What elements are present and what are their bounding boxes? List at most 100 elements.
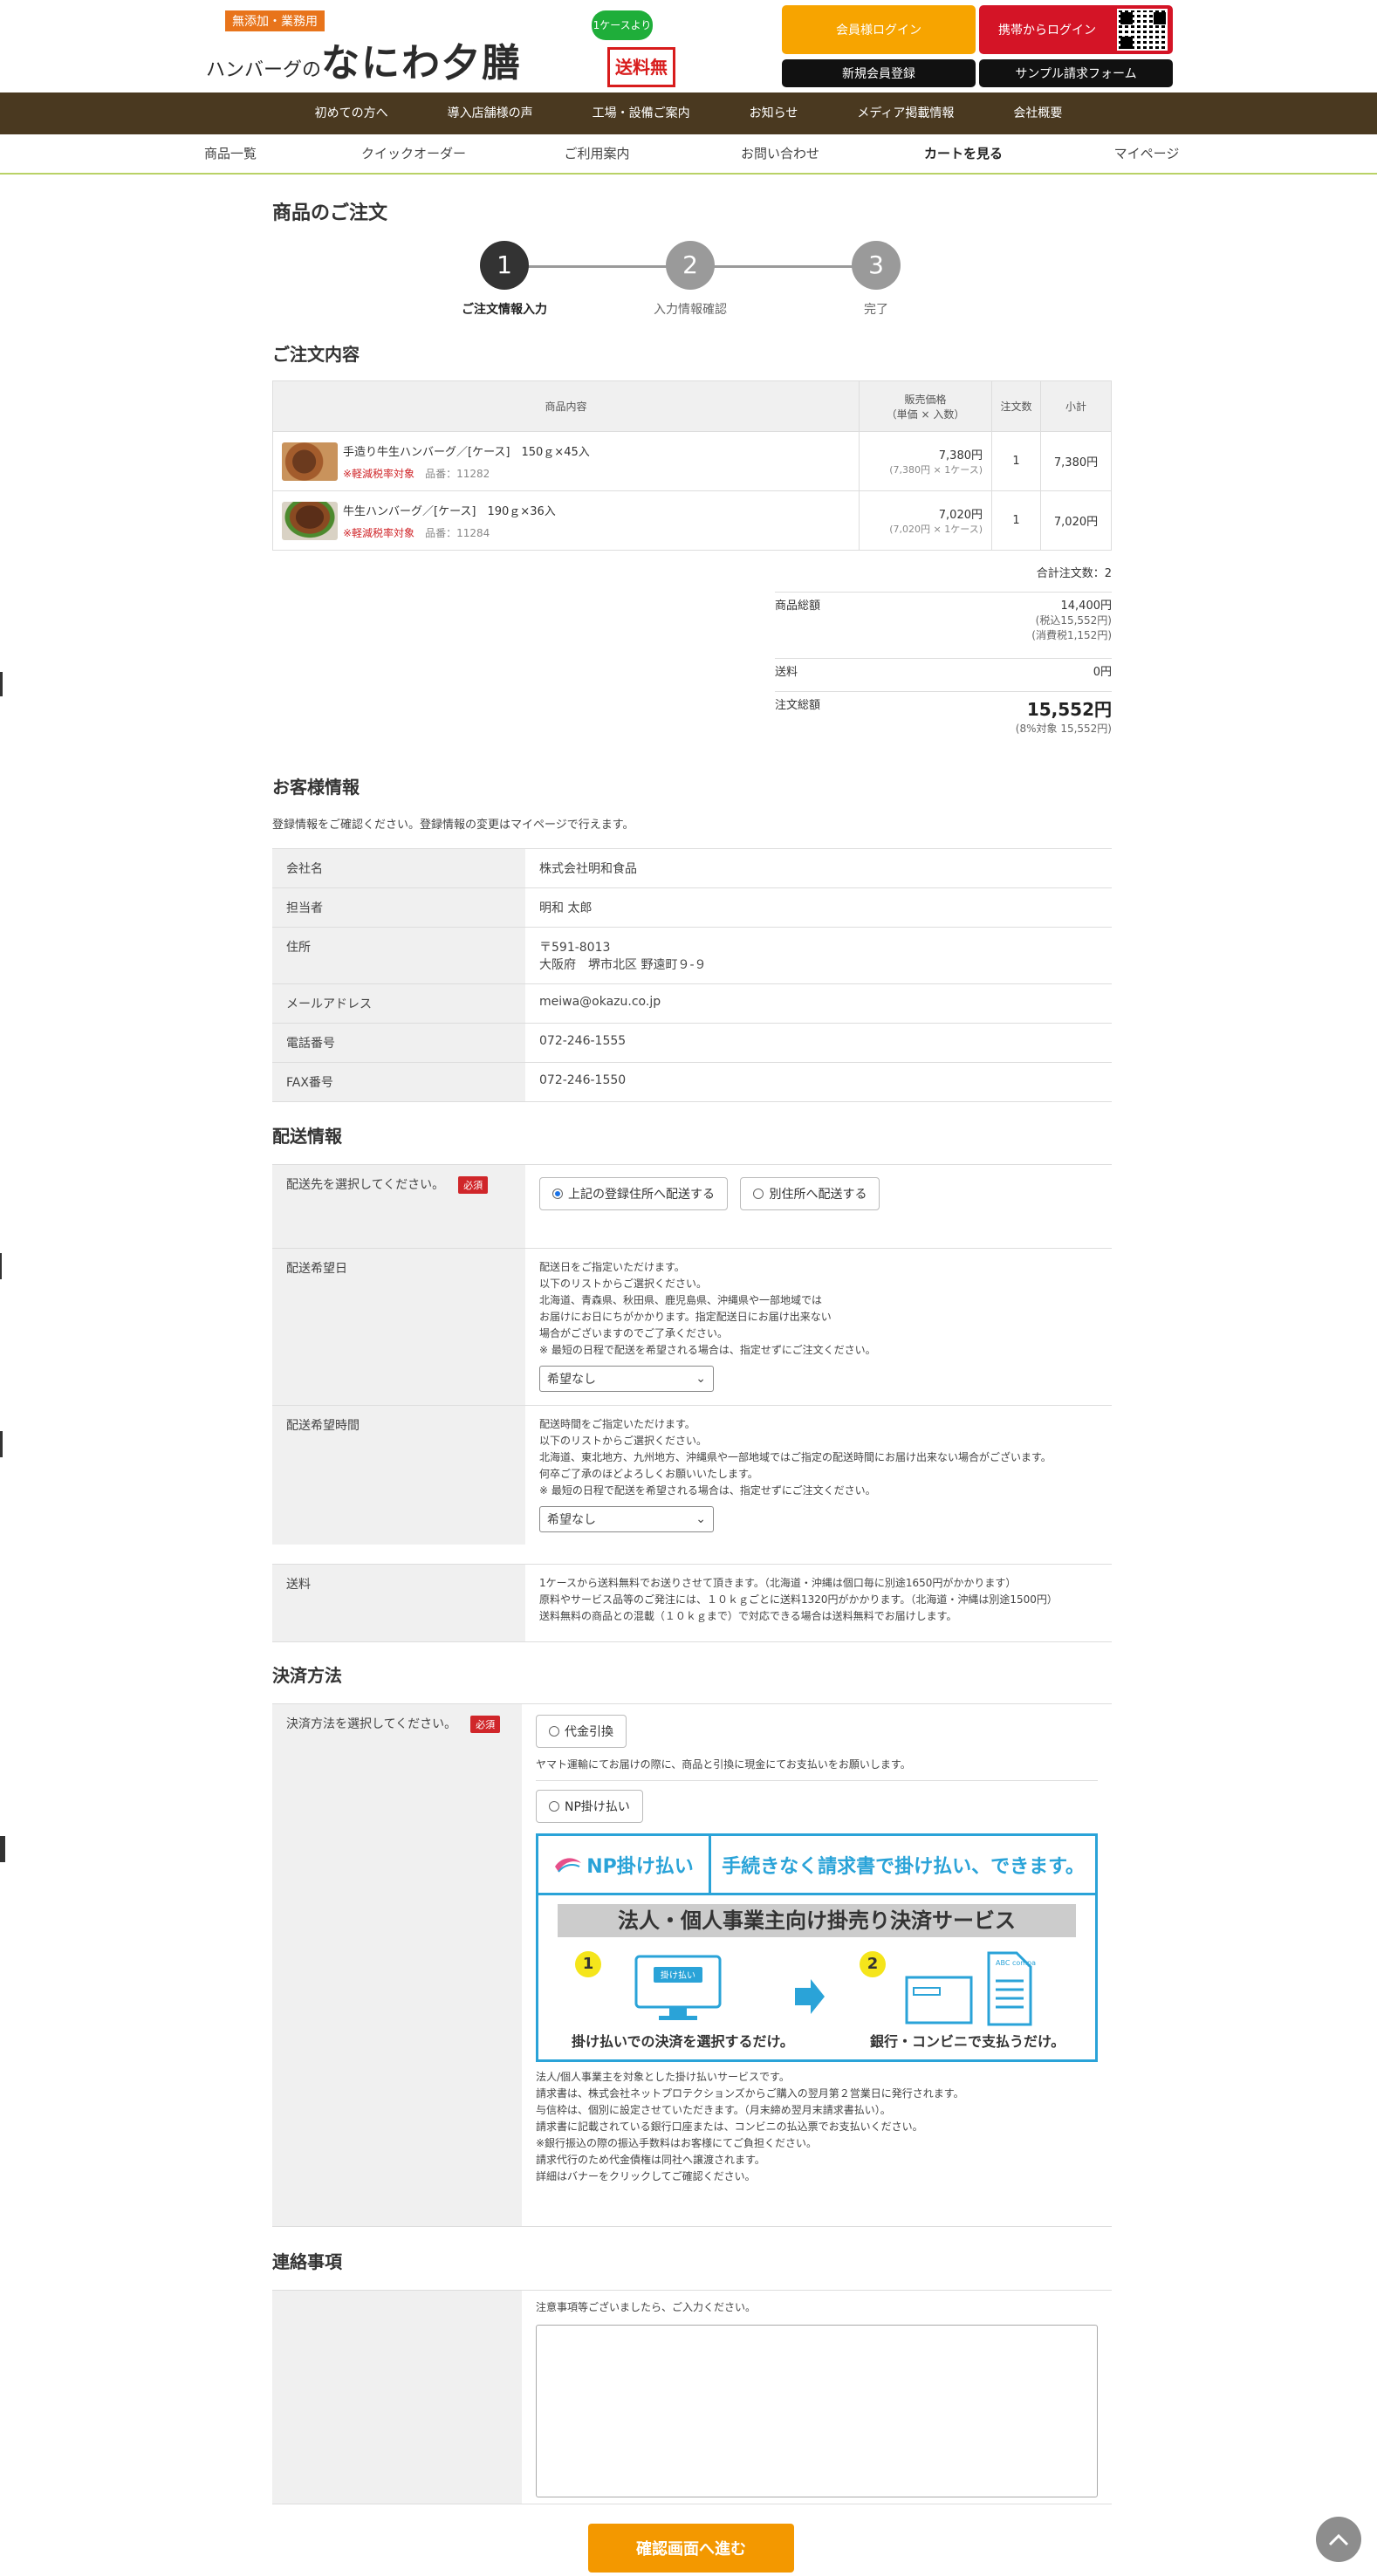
field-key: 住所 [272,928,525,983]
delivery-dest-row: 配送先を選択してください。 必須 上記の登録住所へ配送する 別住所へ配送する [272,1164,1112,1248]
step-1-label: ご注文情報入力 [462,303,547,317]
edge-mark [0,1431,3,1457]
field-key: メールアドレス [272,984,525,1023]
np-logo-icon [555,1857,582,1873]
logo-big: なにわ夕膳 [321,41,523,86]
subnav-products[interactable]: 商品一覧 [139,134,322,173]
nav-media[interactable]: メディア掲載情報 [827,92,983,134]
subnav-mypage[interactable]: マイページ [1055,134,1238,173]
unit-price-sub: (7,020円 × 1ケース) [889,524,983,535]
cod-note: ヤマト運輸にてお届けの際に、商品と引換に現金にてお支払いをお願いします。 [536,1757,1098,1781]
tax-note: ※軽減税率対象 [343,467,415,480]
step-2-label: 入力情報確認 [654,303,727,317]
new-register-button[interactable]: 新規会員登録 [782,59,976,87]
member-login-button[interactable]: 会員様ログイン [782,5,976,54]
site-logo[interactable]: 無添加・業務用 ハンバーグのなにわ夕膳 [204,9,536,86]
table-row: 手造り牛生ハンバーグ／[ケース] 150ｇ×45入 ※軽減税率対象 品番：112… [272,431,1112,491]
product-image[interactable] [282,442,338,481]
chevron-down-icon: ⌄ [695,1512,706,1526]
logo-tag: 無添加・業務用 [225,10,325,31]
field-key: 配送希望日 [272,1249,525,1405]
edge-mark [0,1253,2,1279]
payment-row: 決済方法を選択してください。 必須 代金引換 ヤマト運輸にてお届けの際に、商品と引… [272,1703,1112,2227]
delivery-time-select[interactable]: 希望なし ⌄ [539,1506,714,1532]
order-summary: 商品総額 14,400円 (税込15,552円) (消費税1,152円) 送料 … [775,592,1112,738]
edge-mark [0,672,3,696]
field-value: 072-246-1555 [539,1034,627,1048]
order-total-label: 注文総額 [775,699,821,712]
field-value: 〒591-8013 大阪府 堺市北区 野遠町９-９ [525,928,1112,983]
svg-text:掛け払い: 掛け払い [661,1970,695,1981]
sample-request-button[interactable]: サンプル請求フォーム [979,59,1173,87]
qty: 1 [991,490,1041,551]
postal-code: 〒591-8013 [539,941,611,955]
subnav-guide[interactable]: ご利用案内 [505,134,688,173]
delivery-table: 配送先を選択してください。 必須 上記の登録住所へ配送する 別住所へ配送する 配送… [272,1164,1112,1642]
payment-label: 決済方法を選択してください。 [286,1717,457,1731]
confirm-button[interactable]: 確認画面へ進む [588,2524,794,2573]
nav-news[interactable]: お知らせ [720,92,828,134]
field-value: 株式会社明和食品 [539,862,637,876]
col-subtotal: 小計 [1040,380,1112,432]
goods-total-label: 商品総額 [775,599,821,613]
mobile-login-button[interactable]: 携帯からログイン [979,5,1173,54]
computer-icon: 掛け払い [634,1955,722,2020]
subnav-cart[interactable]: カートを見る [872,134,1055,173]
required-badge: 必須 [470,1716,501,1733]
unit-price-sub: (7,380円 × 1ケース) [889,464,983,476]
np-step-1-caption: 掛け払いでの決済を選択するだけ。 [572,2033,794,2050]
free-shipping-badge: 1ケースより 送料無料 [588,10,698,113]
product-name[interactable]: 手造り牛生ハンバーグ／[ケース] 150ｇ×45入 [343,442,590,459]
order-table: 商品内容 販売価格 （単価 × 入数） 注文数 小計 手造り牛生ハンバーグ／[ケー… [272,380,1112,551]
radio-cod[interactable]: 代金引換 [536,1715,627,1748]
time-note: 配送時間をご指定いただけます。 以下のリストからご選択ください。 北海道、東北地方、… [539,1418,1052,1497]
field-key: FAX番号 [272,1063,525,1101]
radio-other-address[interactable]: 別住所へ配送する [740,1177,880,1210]
date-note: 配送日をご指定いただけます。 以下のリストからご選択ください。 北海道、青森県、秋田… [539,1261,876,1356]
product-code: 品番：11282 [425,467,490,480]
field-key: 配送希望時間 [272,1406,525,1545]
field-value: 明和 太郎 [539,901,593,915]
radio-registered-address[interactable]: 上記の登録住所へ配送する [539,1177,728,1210]
nav-company[interactable]: 会社概要 [983,92,1092,134]
subtotal: 7,380円 [1040,431,1112,491]
np-step-2-badge: 2 [860,1951,886,1977]
customer-row: メールアドレス meiwa@okazu.co.jp [272,983,1112,1023]
radio-np[interactable]: NP掛け払い [536,1790,643,1823]
product-image[interactable] [282,501,338,540]
delivery-date-select[interactable]: 希望なし ⌄ [539,1366,714,1392]
nav-factory[interactable]: 工場・設備ご案内 [563,92,720,134]
chevron-down-icon: ⌄ [695,1372,706,1386]
shipping-fee: 0円 [1093,666,1112,679]
page-title: 商品のご注文 [272,202,388,224]
np-step-2-caption: 銀行・コンビニで支払うだけ。 [870,2033,1065,2050]
contact-textarea[interactable] [536,2325,1098,2497]
step-3-circle: 3 [852,241,901,290]
customer-row: FAX番号 072-246-1550 [272,1062,1112,1102]
logo-small: ハンバーグの [206,59,322,81]
customer-row: 住所 〒591-8013 大阪府 堺市北区 野遠町９-９ [272,927,1112,983]
logo-text: ハンバーグのなにわ夕膳 [206,31,522,87]
back-to-top-button[interactable] [1316,2517,1361,2562]
product-name[interactable]: 牛生ハンバーグ／[ケース] 190ｇ×36入 [343,502,556,518]
customer-row: 会社名 株式会社明和食品 [272,848,1112,887]
delivery-section-title: 配送情報 [272,1126,342,1147]
unit-price: 7,380円 [938,449,983,462]
contact-note: 注意事項等ございましたら、ご入力ください。 [536,2301,757,2313]
subnav-quick-order[interactable]: クイックオーダー [322,134,505,173]
step-3-label: 完了 [864,303,888,317]
fee-note: 1ケースから送料無料でお送りさせて頂きます。（北海道・沖縄は個口毎に別途1650… [539,1577,1058,1622]
subtotal: 7,020円 [1040,490,1112,551]
contact-table: 注意事項等ございましたら、ご入力ください。 [272,2290,1112,2504]
col-product: 商品内容 [272,380,860,432]
field-key: 担当者 [272,888,525,927]
free-bubble: 1ケースより [592,10,653,40]
np-catch: 手続きなく請求書で掛け払い、できます。 [722,1855,1085,1878]
nav-voices[interactable]: 導入店舗様の声 [418,92,563,134]
invoice-icon: ABC company [905,1951,1036,2026]
order-steps: 1 2 3 ご注文情報入力 入力情報確認 完了 [272,241,1112,319]
customer-section-title: お客様情報 [272,777,360,798]
nav-first-time[interactable]: 初めての方へ [285,92,418,134]
np-banner[interactable]: NP掛け払い 手続きなく請求書で掛け払い、できます。 法人・個人事業主向け掛売り… [536,1833,1098,2062]
subnav-contact[interactable]: お問い合わせ [688,134,872,173]
